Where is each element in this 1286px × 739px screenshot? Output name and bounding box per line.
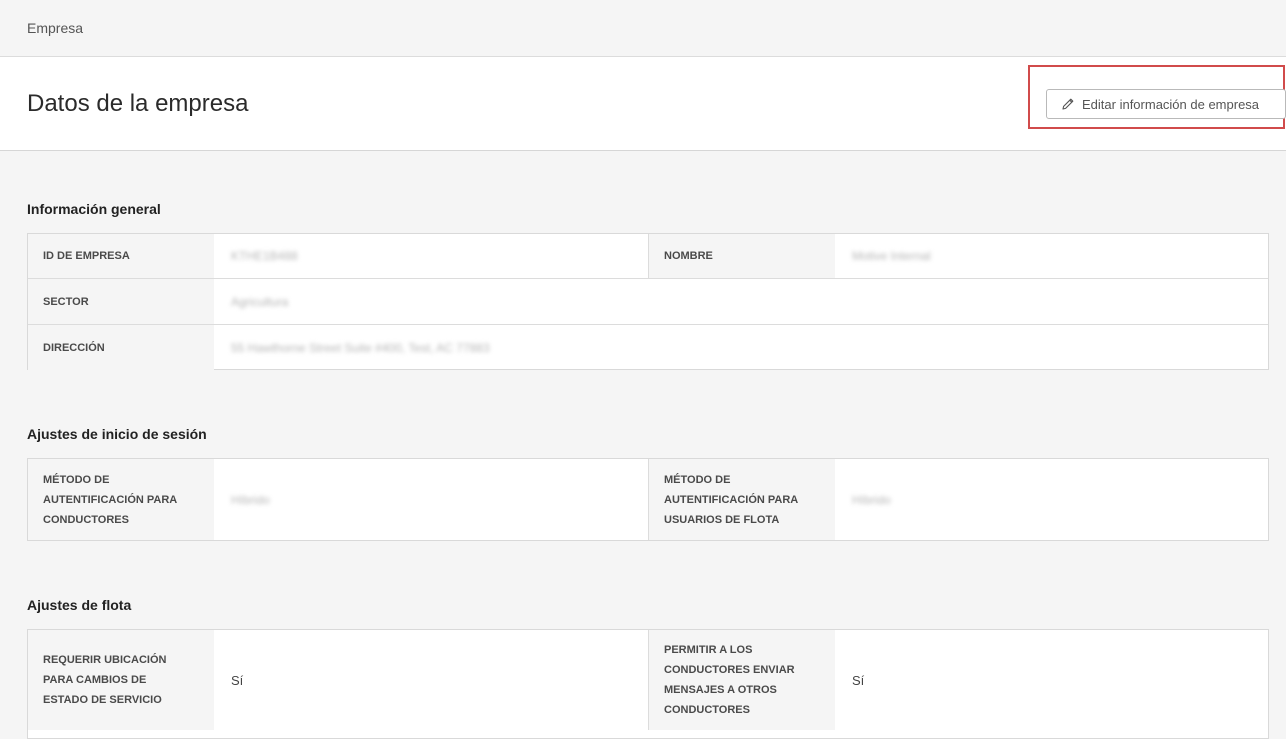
pencil-icon	[1061, 97, 1075, 111]
company-id-label: ID DE EMPRESA	[28, 234, 214, 278]
breadcrumb-bar: Empresa	[0, 0, 1286, 57]
table-row: REQUERIR UBICACIÓN PARA CAMBIOS DE ESTAD…	[28, 630, 1268, 730]
fleet-auth-value: Híbrido	[852, 492, 891, 507]
company-id-value: KTHE1B488	[231, 249, 298, 263]
section-title-fleet: Ajustes de flota	[27, 597, 132, 613]
name-value: Motive Internal	[852, 249, 931, 263]
fleet-auth-label: MÉTODO DE AUTENTIFICACIÓN PARA USUARIOS …	[649, 459, 835, 540]
page-header: Datos de la empresa Editar información d…	[0, 57, 1286, 151]
section-title-general: Información general	[27, 201, 161, 217]
address-label: DIRECCIÓN	[28, 325, 214, 370]
table-row: MÉTODO DE AUTENTIFICACIÓN PARA CONDUCTOR…	[28, 459, 1268, 540]
require-location-label: REQUERIR UBICACIÓN PARA CAMBIOS DE ESTAD…	[28, 630, 214, 730]
breadcrumb[interactable]: Empresa	[27, 20, 83, 36]
name-label: NOMBRE	[649, 234, 835, 278]
general-info-card: ID DE EMPRESA KTHE1B488 NOMBRE Motive In…	[27, 233, 1269, 370]
address-value: 55 Hawthorne Street Suite #400, Test, AC…	[231, 340, 490, 355]
edit-company-button-label: Editar información de empresa	[1082, 96, 1260, 112]
fleet-settings-card: REQUERIR UBICACIÓN PARA CAMBIOS DE ESTAD…	[27, 629, 1269, 739]
sector-value: Agricultura	[231, 294, 289, 309]
drivers-auth-label: MÉTODO DE AUTENTIFICACIÓN PARA CONDUCTOR…	[28, 459, 214, 540]
sector-label: SECTOR	[28, 279, 214, 324]
allow-messages-label: PERMITIR A LOS CONDUCTORES ENVIAR MENSAJ…	[649, 630, 835, 730]
drivers-auth-value: Híbrido	[231, 492, 270, 507]
allow-messages-value: Sí	[852, 672, 865, 688]
section-title-login: Ajustes de inicio de sesión	[27, 426, 207, 442]
require-location-value: Sí	[231, 672, 244, 688]
table-row: ID DE EMPRESA KTHE1B488 NOMBRE Motive In…	[28, 234, 1268, 279]
table-row: DIRECCIÓN 55 Hawthorne Street Suite #400…	[28, 325, 1268, 370]
table-row: SECTOR Agricultura	[28, 279, 1268, 325]
login-settings-card: MÉTODO DE AUTENTIFICACIÓN PARA CONDUCTOR…	[27, 458, 1269, 541]
edit-company-button[interactable]: Editar información de empresa	[1046, 89, 1286, 119]
page-title: Datos de la empresa	[27, 90, 249, 117]
